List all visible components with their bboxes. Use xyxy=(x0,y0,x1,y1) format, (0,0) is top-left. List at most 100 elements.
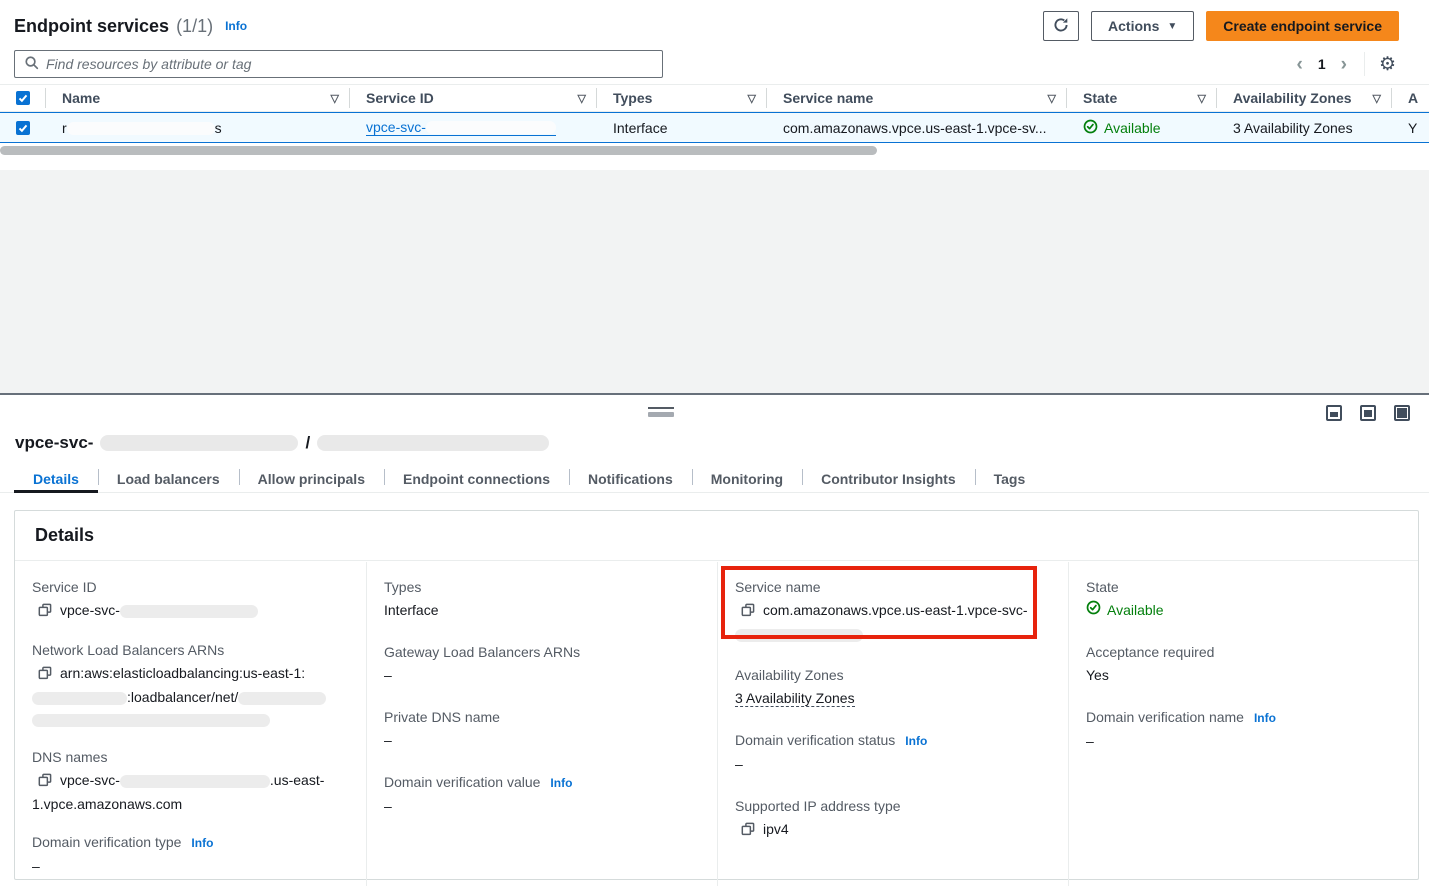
copy-icon[interactable] xyxy=(38,664,52,686)
panel-size-small-icon[interactable] xyxy=(1326,405,1342,421)
actions-label: Actions xyxy=(1108,18,1159,34)
tab-load-balancers[interactable]: Load balancers xyxy=(98,465,239,492)
redaction xyxy=(67,122,215,135)
column-header-name[interactable]: Name▽ xyxy=(46,88,350,108)
column-header-service-name[interactable]: Service name▽ xyxy=(767,88,1067,108)
details-column-1: Service ID vpce-svc- Network Load Balanc… xyxy=(15,562,366,886)
redaction xyxy=(120,775,270,788)
redaction xyxy=(317,435,549,451)
column-header-types[interactable]: Types▽ xyxy=(597,88,767,108)
chevron-right-icon[interactable]: › xyxy=(1338,55,1350,74)
info-link[interactable]: Info xyxy=(905,731,927,751)
column-header-state[interactable]: State▽ xyxy=(1067,88,1217,108)
chevron-left-icon[interactable]: ‹ xyxy=(1294,55,1306,74)
cell-state: Available xyxy=(1067,119,1217,137)
field-domain-verification-value: Domain verification valueInfo – xyxy=(384,772,699,817)
field-domain-verification-name: Domain verification nameInfo – xyxy=(1086,707,1400,752)
info-link[interactable]: Info xyxy=(550,773,572,793)
check-circle-icon xyxy=(1083,119,1098,137)
tab-details[interactable]: Details xyxy=(14,465,98,492)
create-endpoint-service-button[interactable]: Create endpoint service xyxy=(1206,11,1399,41)
field-nlb-arns: Network Load Balancers ARNs arn:aws:elas… xyxy=(32,640,348,730)
availability-zones-popover-link[interactable]: 3 Availability Zones xyxy=(735,690,855,707)
service-id-link[interactable]: vpce-svc- xyxy=(366,119,556,136)
redaction xyxy=(120,605,258,618)
redaction xyxy=(426,121,556,134)
tab-strip: Details Load balancers Allow principals … xyxy=(0,465,1429,493)
select-all-checkbox[interactable] xyxy=(16,91,30,105)
info-link[interactable]: Info xyxy=(191,833,213,853)
row-checkbox[interactable] xyxy=(16,121,30,135)
field-dns-names: DNS names vpce-svc-.us-east-1.vpce.amazo… xyxy=(32,747,348,815)
field-availability-zones: Availability Zones 3 Availability Zones xyxy=(735,665,1050,709)
availability-zones-popover-link[interactable]: 3 Availability Zones xyxy=(1233,120,1353,136)
horizontal-scrollbar xyxy=(0,146,1429,156)
filter-icon[interactable]: ▽ xyxy=(742,92,756,105)
field-types: Types Interface xyxy=(384,577,699,621)
split-panel-title: vpce-svc- / xyxy=(15,433,549,453)
tab-contributor-insights[interactable]: Contributor Insights xyxy=(802,465,975,492)
search-input[interactable] xyxy=(46,56,653,72)
tab-allow-principals[interactable]: Allow principals xyxy=(239,465,384,492)
details-card-body: Service ID vpce-svc- Network Load Balanc… xyxy=(15,562,1418,879)
tab-monitoring[interactable]: Monitoring xyxy=(692,465,802,492)
copy-icon[interactable] xyxy=(38,601,52,623)
tab-endpoint-connections[interactable]: Endpoint connections xyxy=(384,465,569,492)
search-box xyxy=(14,50,663,78)
caret-down-icon: ▼ xyxy=(1167,21,1177,32)
column-header-availability-zones[interactable]: Availability Zones▽ xyxy=(1217,88,1392,108)
copy-icon[interactable] xyxy=(38,771,52,793)
settings-gear-icon[interactable]: ⚙ xyxy=(1379,55,1396,74)
filter-icon[interactable]: ▽ xyxy=(325,92,339,105)
column-header-service-id[interactable]: Service ID▽ xyxy=(350,88,597,108)
field-gwlb-arns: Gateway Load Balancers ARNs – xyxy=(384,642,699,686)
content-background xyxy=(0,170,1429,393)
field-service-id: Service ID vpce-svc- xyxy=(32,577,348,623)
divider xyxy=(1364,52,1365,76)
cell-types: Interface xyxy=(597,120,767,136)
cell-service-id: vpce-svc- xyxy=(350,119,597,136)
info-link[interactable]: Info xyxy=(225,19,247,33)
endpoint-services-panel: Endpoint services (1/1) Info Actions ▼ C… xyxy=(0,0,1429,170)
pagination: ‹ 1 › ⚙ xyxy=(1294,52,1397,76)
field-state: State Available xyxy=(1086,577,1400,621)
details-column-2: Types Interface Gateway Load Balancers A… xyxy=(366,562,717,886)
page-title: Endpoint services xyxy=(14,16,169,37)
check-circle-icon xyxy=(1086,599,1101,621)
page-header: Endpoint services (1/1) Info Actions ▼ C… xyxy=(0,0,1429,41)
filter-icon[interactable]: ▽ xyxy=(572,92,586,105)
redaction xyxy=(735,629,863,642)
scrollbar-thumb[interactable] xyxy=(0,146,877,155)
field-acceptance-required: Acceptance required Yes xyxy=(1086,642,1400,686)
filter-icon[interactable]: ▽ xyxy=(1367,92,1381,105)
refresh-icon xyxy=(1053,17,1069,36)
field-domain-verification-status: Domain verification statusInfo – xyxy=(735,730,1050,775)
redaction xyxy=(238,692,326,705)
filter-icon[interactable]: ▽ xyxy=(1042,92,1056,105)
cell-truncated: Y xyxy=(1392,120,1429,136)
column-header-truncated[interactable]: A xyxy=(1392,88,1429,108)
tab-tags[interactable]: Tags xyxy=(975,465,1045,492)
refresh-button[interactable] xyxy=(1043,11,1079,41)
split-panel-drag-handle[interactable] xyxy=(648,407,674,417)
copy-icon[interactable] xyxy=(741,820,755,842)
cell-name: rs xyxy=(46,120,350,136)
redaction xyxy=(100,435,298,451)
redaction xyxy=(32,714,270,727)
actions-button[interactable]: Actions ▼ xyxy=(1091,11,1194,41)
endpoint-services-table: Name▽ Service ID▽ Types▽ Service name▽ S… xyxy=(0,84,1429,156)
details-card-heading: Details xyxy=(15,511,1418,561)
header-actions: Actions ▼ Create endpoint service xyxy=(1043,11,1399,41)
table-row[interactable]: rs vpce-svc- Interface com.amazonaws.vpc… xyxy=(0,112,1429,143)
details-card: Details Service ID vpce-svc- Network Loa… xyxy=(14,510,1419,880)
tab-notifications[interactable]: Notifications xyxy=(569,465,692,492)
panel-size-large-icon[interactable] xyxy=(1394,405,1410,421)
info-link[interactable]: Info xyxy=(1254,708,1276,728)
panel-size-medium-icon[interactable] xyxy=(1360,405,1376,421)
page-number[interactable]: 1 xyxy=(1314,56,1330,72)
filter-icon[interactable]: ▽ xyxy=(1192,92,1206,105)
header-checkbox-cell xyxy=(0,88,46,108)
copy-icon[interactable] xyxy=(741,601,755,623)
field-domain-verification-type: Domain verification typeInfo – xyxy=(32,832,348,877)
split-panel-controls xyxy=(1326,405,1410,421)
